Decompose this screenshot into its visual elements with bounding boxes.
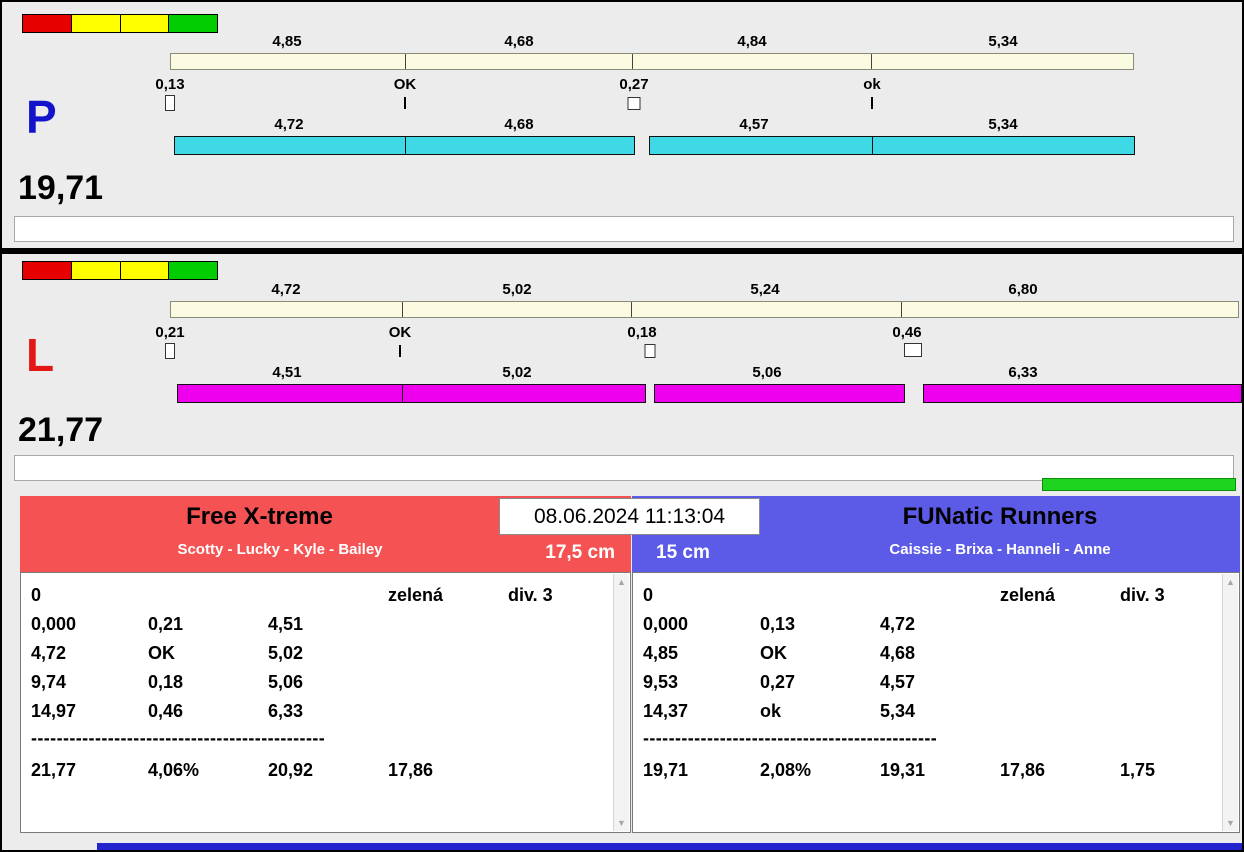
result-row: 0 zelená div. 3 bbox=[643, 585, 1165, 605]
up-split-time: 4,72 bbox=[271, 281, 301, 298]
net-split-segment bbox=[177, 384, 403, 403]
net-split-segment bbox=[923, 384, 1242, 403]
team-name: Free X-treme bbox=[186, 503, 333, 530]
start-mark-label: 0,21 bbox=[155, 324, 185, 341]
up-split-time: 4,85 bbox=[272, 33, 302, 50]
traffic-cell-yellow-2 bbox=[119, 261, 170, 280]
totals-row: 21,77 4,06% 20,92 17,86 bbox=[31, 760, 434, 780]
result-row: 0,000 0,13 4,72 bbox=[643, 614, 916, 634]
start-mark-label: OK bbox=[393, 76, 417, 93]
net-split-segment bbox=[654, 384, 905, 403]
up-split-segment bbox=[402, 302, 633, 317]
start-mark-label: OK bbox=[388, 324, 412, 341]
up-split-segment bbox=[633, 54, 872, 69]
result-panel-right[interactable]: 0 zelená div. 3 0,000 0,13 4,72 4,85 OK … bbox=[632, 572, 1240, 833]
net-split-segment bbox=[649, 136, 873, 155]
net-split-time: 5,02 bbox=[502, 364, 532, 381]
up-split-time: 5,02 bbox=[502, 281, 532, 298]
sensor-tick-marker bbox=[871, 97, 873, 109]
message-strip bbox=[14, 216, 1234, 242]
sensor-box-marker bbox=[165, 95, 175, 111]
scroll-up-icon[interactable]: ▲ bbox=[1223, 577, 1238, 587]
net-split-time: 4,51 bbox=[272, 364, 302, 381]
up-split-segment bbox=[871, 54, 1133, 69]
up-split-time: 5,34 bbox=[988, 33, 1018, 50]
net-split-time: 4,57 bbox=[739, 116, 769, 133]
datetime-display: 08.06.2024 11:13:04 bbox=[499, 498, 760, 535]
up-split-time: 4,68 bbox=[504, 33, 534, 50]
traffic-light-bar bbox=[22, 14, 218, 33]
start-mark-label: ok bbox=[863, 76, 881, 93]
traffic-light-bar bbox=[22, 261, 218, 280]
result-row: 14,97 0,46 6,33 bbox=[31, 701, 304, 721]
sensor-box-marker bbox=[644, 344, 656, 358]
net-split-segment bbox=[405, 136, 635, 155]
net-split-time: 4,72 bbox=[274, 116, 304, 133]
jump-height-left: 17,5 cm bbox=[545, 542, 615, 563]
up-split-segment bbox=[171, 54, 406, 69]
lane-letter: L bbox=[26, 329, 55, 381]
lane-total-time: 21,77 bbox=[18, 411, 104, 449]
lane-letter: P bbox=[26, 91, 57, 143]
lane-total-time: 19,71 bbox=[18, 169, 104, 207]
up-split-bar bbox=[170, 53, 1134, 70]
start-mark-label: 0,18 bbox=[627, 324, 657, 341]
sensor-box-marker bbox=[165, 343, 175, 359]
result-panel-left[interactable]: 0 zelená div. 3 0,000 0,21 4,51 4,72 OK … bbox=[20, 572, 631, 833]
result-row: 9,74 0,18 5,06 bbox=[31, 672, 304, 692]
totals-row: 19,71 2,08% 19,31 17,86 1,75 bbox=[643, 760, 1156, 780]
up-split-bar bbox=[170, 301, 1239, 318]
ready-indicator-bar bbox=[1042, 478, 1236, 491]
net-split-segment bbox=[174, 136, 406, 155]
result-row: 9,53 0,27 4,57 bbox=[643, 672, 916, 692]
net-split-time: 5,34 bbox=[988, 116, 1018, 133]
result-row: 4,72 OK 5,02 bbox=[31, 643, 304, 663]
sensor-tick-marker bbox=[399, 345, 401, 357]
net-split-time: 4,68 bbox=[504, 116, 534, 133]
result-row: 0 zelená div. 3 bbox=[31, 585, 553, 605]
up-split-segment bbox=[632, 302, 902, 317]
team-dog-names: Caissie - Brixa - Hanneli - Anne bbox=[889, 541, 1111, 558]
traffic-cell-red bbox=[22, 261, 72, 280]
sensor-tick-marker bbox=[404, 97, 406, 109]
scrollbar[interactable]: ▲ ▼ bbox=[613, 574, 629, 831]
sensor-box-marker bbox=[904, 343, 922, 357]
start-mark-label: 0,13 bbox=[155, 76, 185, 93]
separator-row: ----------------------------------------… bbox=[643, 728, 938, 748]
jump-height-right: 15 cm bbox=[656, 542, 710, 563]
result-row: 4,85 OK 4,68 bbox=[643, 643, 916, 663]
up-split-segment bbox=[405, 54, 634, 69]
traffic-cell-yellow-2 bbox=[119, 14, 170, 33]
scroll-down-icon[interactable]: ▼ bbox=[1223, 818, 1238, 828]
result-row: 0,000 0,21 4,51 bbox=[31, 614, 304, 634]
scroll-down-icon[interactable]: ▼ bbox=[614, 818, 629, 828]
traffic-cell-red bbox=[22, 14, 72, 33]
start-mark-label: 0,27 bbox=[619, 76, 649, 93]
net-split-time: 6,33 bbox=[1008, 364, 1038, 381]
team-dog-names: Scotty - Lucky - Kyle - Bailey bbox=[177, 541, 383, 558]
start-mark-label: 0,46 bbox=[892, 324, 922, 341]
separator-row: ----------------------------------------… bbox=[31, 728, 326, 748]
up-split-segment bbox=[901, 302, 1239, 317]
up-split-time: 4,84 bbox=[737, 33, 767, 50]
traffic-cell-green bbox=[168, 14, 218, 33]
scrollbar[interactable]: ▲ ▼ bbox=[1222, 574, 1238, 831]
net-split-segment bbox=[402, 384, 646, 403]
up-split-segment bbox=[171, 302, 403, 317]
team-name: FUNatic Runners bbox=[902, 503, 1098, 530]
net-split-segment bbox=[872, 136, 1135, 155]
up-split-time: 6,80 bbox=[1008, 281, 1038, 298]
traffic-cell-yellow-1 bbox=[70, 14, 121, 33]
taskbar-fragment bbox=[97, 843, 1242, 850]
flyball-timing-window: 4,85 4,68 4,84 5,34 0,13 OK 0,27 ok 4,72… bbox=[0, 0, 1244, 852]
traffic-cell-yellow-1 bbox=[70, 261, 121, 280]
up-split-time: 5,24 bbox=[750, 281, 780, 298]
traffic-cell-green bbox=[168, 261, 218, 280]
section-divider bbox=[2, 248, 1242, 254]
net-split-time: 5,06 bbox=[752, 364, 782, 381]
scroll-up-icon[interactable]: ▲ bbox=[614, 577, 629, 587]
result-row: 14,37 ok 5,34 bbox=[643, 701, 916, 721]
sensor-box-marker bbox=[627, 97, 641, 110]
